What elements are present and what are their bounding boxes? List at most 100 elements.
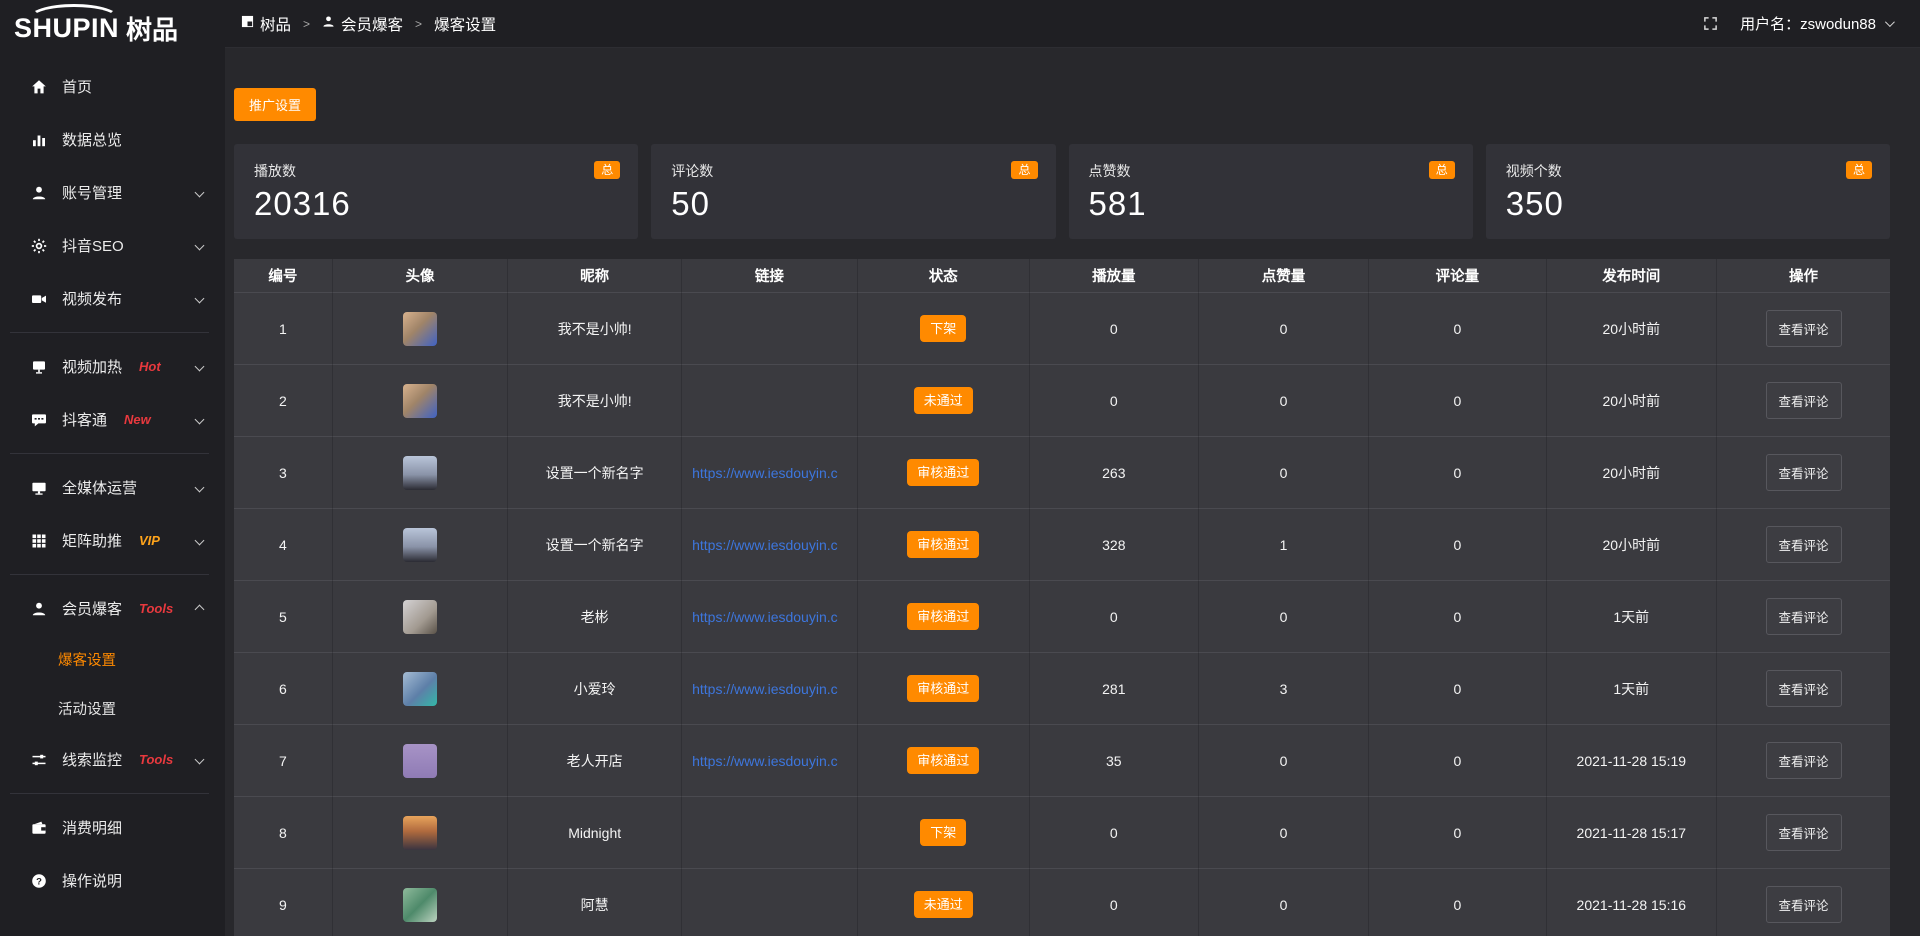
breadcrumb-item-member-baoke[interactable]: 会员爆客 <box>322 13 403 35</box>
sidebar-item-consumption-detail[interactable]: 消费明细 <box>0 801 225 854</box>
view-comments-button[interactable]: 查看评论 <box>1766 814 1842 851</box>
chevron-down-icon <box>195 415 205 425</box>
sidebar-nav: 首页 数据总览 账号管理 抖音SEO <box>0 56 225 907</box>
monitor-icon <box>30 479 47 496</box>
chevron-up-icon <box>195 605 205 615</box>
gear-icon <box>30 237 47 254</box>
like-count: 0 <box>1198 725 1369 797</box>
videos-table: 编号 头像 昵称 链接 状态 播放量 点赞量 评论量 发布时间 操作 1 <box>234 259 1890 936</box>
table-header-row: 编号 头像 昵称 链接 状态 播放量 点赞量 评论量 发布时间 操作 <box>234 259 1890 293</box>
stat-value: 20316 <box>254 185 618 223</box>
sidebar-item-lead-monitor[interactable]: 线索监控 Tools <box>0 733 225 786</box>
sidebar-divider <box>10 332 209 333</box>
status-badge[interactable]: 下架 <box>920 819 966 846</box>
view-comments-button[interactable]: 查看评论 <box>1766 886 1842 923</box>
table-row: 4 设置一个新名字 https://www.iesdouyin.c 审核通过 3… <box>234 509 1890 581</box>
breadcrumb-separator: > <box>415 17 422 31</box>
status-badge[interactable]: 审核通过 <box>907 603 979 630</box>
video-link[interactable]: https://www.iesdouyin.c <box>682 753 857 769</box>
video-link[interactable]: https://www.iesdouyin.c <box>682 609 857 625</box>
status-badge[interactable]: 审核通过 <box>907 675 979 702</box>
sidebar-item-member-baoke[interactable]: 会员爆客 Tools <box>0 582 225 635</box>
sidebar-subitem-baoke-settings[interactable]: 爆客设置 <box>0 635 225 684</box>
video-link[interactable]: https://www.iesdouyin.c <box>682 537 857 553</box>
video-link[interactable]: https://www.iesdouyin.c <box>682 681 857 697</box>
total-badge: 总 <box>1011 161 1037 179</box>
sidebar-item-label: 视频发布 <box>62 288 122 309</box>
username-label: 用户名：zswodun88 <box>1740 13 1876 34</box>
status-badge[interactable]: 审核通过 <box>907 531 979 558</box>
nickname: 小爱玲 <box>507 653 681 725</box>
sidebar-item-label: 首页 <box>62 76 92 97</box>
play-count: 35 <box>1029 725 1198 797</box>
sidebar-item-label: 线索监控 <box>62 749 122 770</box>
col-header-actions: 操作 <box>1716 259 1890 293</box>
status-badge[interactable]: 下架 <box>920 315 966 342</box>
tools-tag: Tools <box>139 601 173 616</box>
app-window: SHUPIN 树品 首页 数据总览 账号管理 <box>0 0 1920 936</box>
tools-tag: Tools <box>139 752 173 767</box>
stat-card-plays: 播放数 20316 总 <box>234 144 638 239</box>
status-badge[interactable]: 未通过 <box>914 387 973 414</box>
total-badge: 总 <box>594 161 620 179</box>
sidebar-item-data-overview[interactable]: 数据总览 <box>0 113 225 166</box>
promo-settings-button[interactable]: 推广设置 <box>234 88 316 121</box>
view-comments-button[interactable]: 查看评论 <box>1766 310 1842 347</box>
comment-count: 0 <box>1368 293 1545 365</box>
play-count: 0 <box>1029 581 1198 653</box>
avatar <box>403 528 437 562</box>
row-id: 6 <box>234 653 332 725</box>
sidebar-item-douketong[interactable]: 抖客通 New <box>0 393 225 446</box>
sidebar-divider <box>10 793 209 794</box>
sidebar-item-home[interactable]: 首页 <box>0 60 225 113</box>
user-menu[interactable]: 用户名：zswodun88 <box>1740 13 1892 34</box>
view-comments-button[interactable]: 查看评论 <box>1766 382 1842 419</box>
view-comments-button[interactable]: 查看评论 <box>1766 670 1842 707</box>
status-badge[interactable]: 审核通过 <box>907 459 979 486</box>
sidebar-item-instructions[interactable]: ? 操作说明 <box>0 854 225 907</box>
breadcrumb-label: 会员爆客 <box>341 13 403 35</box>
sidebar-item-label: 账号管理 <box>62 182 122 203</box>
sidebar-item-douyin-seo[interactable]: 抖音SEO <box>0 219 225 272</box>
nickname: 我不是小帅! <box>507 293 681 365</box>
sidebar-item-video-publish[interactable]: 视频发布 <box>0 272 225 325</box>
col-header-status: 状态 <box>857 259 1029 293</box>
play-count: 0 <box>1029 797 1198 869</box>
stat-value: 50 <box>671 185 1035 223</box>
sidebar-item-matrix-boost[interactable]: 矩阵助推 VIP <box>0 514 225 567</box>
stat-card-videos: 视频个数 350 总 <box>1486 144 1890 239</box>
like-count: 3 <box>1198 653 1369 725</box>
sidebar-item-label: 会员爆客 <box>62 598 122 619</box>
view-comments-button[interactable]: 查看评论 <box>1766 454 1842 491</box>
user-icon <box>30 184 47 201</box>
nickname: Midnight <box>507 797 681 869</box>
logo-text-en: SHUPIN <box>14 13 119 44</box>
sidebar-subitem-activity-settings[interactable]: 活动设置 <box>0 684 225 733</box>
view-comments-button[interactable]: 查看评论 <box>1766 742 1842 779</box>
sidebar-item-account-mgmt[interactable]: 账号管理 <box>0 166 225 219</box>
publish-time: 20小时前 <box>1546 365 1717 437</box>
sidebar-item-omnimedia[interactable]: 全媒体运营 <box>0 461 225 514</box>
chevron-down-icon <box>195 755 205 765</box>
fullscreen-icon[interactable] <box>1703 16 1718 31</box>
col-header-plays: 播放量 <box>1029 259 1198 293</box>
stat-label: 点赞数 <box>1089 161 1453 181</box>
publish-time: 2021-11-28 15:17 <box>1546 797 1717 869</box>
table-row: 7 老人开店 https://www.iesdouyin.c 审核通过 35 0… <box>234 725 1890 797</box>
video-link[interactable]: https://www.iesdouyin.c <box>682 465 857 481</box>
row-id: 5 <box>234 581 332 653</box>
status-badge[interactable]: 审核通过 <box>907 747 979 774</box>
comment-count: 0 <box>1368 365 1545 437</box>
col-header-link: 链接 <box>681 259 857 293</box>
breadcrumb-label: 树品 <box>260 13 291 35</box>
row-id: 7 <box>234 725 332 797</box>
avatar <box>403 672 437 706</box>
sidebar-item-video-heat[interactable]: 视频加热 Hot <box>0 340 225 393</box>
nickname: 老彬 <box>507 581 681 653</box>
status-badge[interactable]: 未通过 <box>914 891 973 918</box>
video-camera-icon <box>30 290 47 307</box>
view-comments-button[interactable]: 查看评论 <box>1766 598 1842 635</box>
view-comments-button[interactable]: 查看评论 <box>1766 526 1842 563</box>
play-count: 0 <box>1029 365 1198 437</box>
breadcrumb-item-root[interactable]: 树品 <box>241 13 291 35</box>
